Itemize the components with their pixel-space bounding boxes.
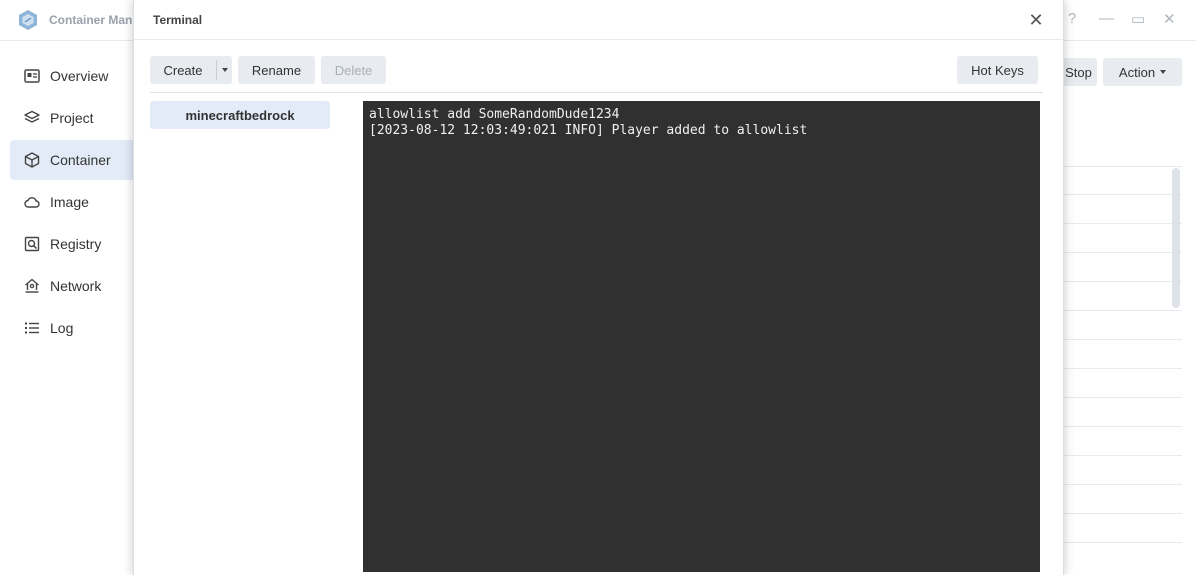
sidebar-item-project[interactable]: Project [10, 98, 140, 138]
toolbar-divider [150, 92, 1043, 93]
sidebar-item-image[interactable]: Image [10, 182, 140, 222]
table-row[interactable] [1063, 514, 1182, 543]
table-row[interactable] [1063, 456, 1182, 485]
sidebar-item-label: Registry [50, 236, 102, 252]
table-row[interactable] [1063, 282, 1182, 311]
table-row[interactable] [1063, 427, 1182, 456]
sidebar-item-label: Log [50, 320, 74, 336]
cube-icon [24, 152, 40, 168]
sidebar-item-registry[interactable]: Registry [10, 224, 140, 264]
sidebar-item-label: Project [50, 110, 94, 126]
sidebar-item-network[interactable]: Network [10, 266, 140, 306]
action-button-label: Action [1118, 64, 1156, 80]
create-button[interactable]: Create [150, 56, 216, 84]
create-dropdown-toggle[interactable] [217, 56, 232, 84]
layers-icon [24, 110, 40, 123]
container-table [1063, 166, 1182, 543]
chevron-down-icon [221, 68, 228, 72]
terminal-session-item[interactable]: minecraftbedrock [150, 101, 330, 129]
network-house-icon [25, 278, 39, 293]
terminal-line: allowlist add SomeRandomDude1234 [369, 107, 620, 122]
dialog-header: Terminal ✕ [134, 0, 1063, 40]
sidebar-item-label: Network [50, 278, 102, 294]
table-row[interactable] [1063, 398, 1182, 427]
delete-button[interactable]: Delete [321, 56, 386, 84]
table-row[interactable] [1063, 195, 1182, 224]
help-icon[interactable]: ? [1068, 10, 1076, 27]
sidebar-item-overview[interactable]: Overview [10, 56, 140, 96]
table-row[interactable] [1063, 485, 1182, 514]
cloud-icon [24, 197, 40, 208]
table-row[interactable] [1063, 166, 1182, 195]
app-close-icon[interactable]: ✕ [1163, 10, 1176, 28]
sidebar-item-label: Image [50, 194, 89, 210]
terminal-line: [2023-08-12 12:03:49:021 INFO] Player ad… [369, 123, 808, 138]
table-scrollbar[interactable] [1172, 168, 1180, 308]
minimize-icon[interactable]: — [1099, 10, 1114, 27]
container-manager-logo-icon [19, 10, 37, 30]
rename-button[interactable]: Rename [238, 56, 315, 84]
registry-search-icon [24, 236, 40, 252]
overview-icon [24, 69, 40, 83]
maximize-icon[interactable]: ▭ [1131, 10, 1145, 28]
stop-button-label: Stop [1065, 64, 1092, 80]
table-row[interactable] [1063, 224, 1182, 253]
list-icon [25, 322, 39, 334]
action-button[interactable]: Action [1103, 58, 1182, 86]
sidebar-item-label: Container [50, 152, 111, 168]
dialog-title: Terminal [153, 13, 203, 27]
table-row[interactable] [1063, 253, 1182, 282]
terminal-dialog: Terminal ✕ Create Rename Delete Hot Keys… [133, 0, 1064, 575]
table-row[interactable] [1063, 340, 1182, 369]
chevron-down-icon [1160, 70, 1167, 74]
sidebar-item-container[interactable]: Container [10, 140, 140, 180]
table-row[interactable] [1063, 369, 1182, 398]
create-split-button: Create [150, 56, 232, 84]
terminal-console[interactable]: allowlist add SomeRandomDude1234 [2023-0… [363, 101, 1040, 572]
sidebar-item-log[interactable]: Log [10, 308, 140, 348]
table-row[interactable] [1063, 311, 1182, 340]
app-title: Container Man [49, 13, 133, 27]
close-icon[interactable]: ✕ [1026, 10, 1046, 30]
sidebar-item-label: Overview [50, 68, 109, 84]
hot-keys-button[interactable]: Hot Keys [957, 56, 1038, 84]
